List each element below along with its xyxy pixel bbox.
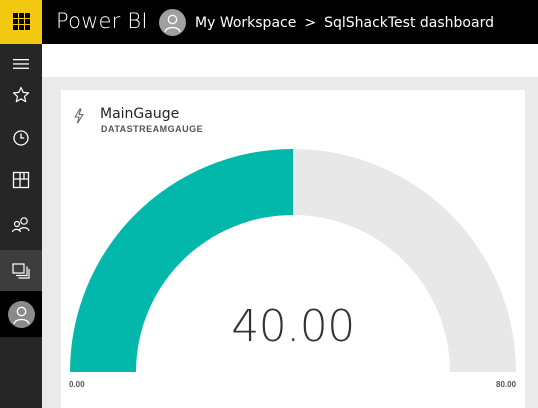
gauge-value: 40.00: [231, 301, 355, 352]
gauge-max-label: 80.00: [496, 380, 517, 389]
gauge-min-label: 0.00: [69, 380, 85, 389]
